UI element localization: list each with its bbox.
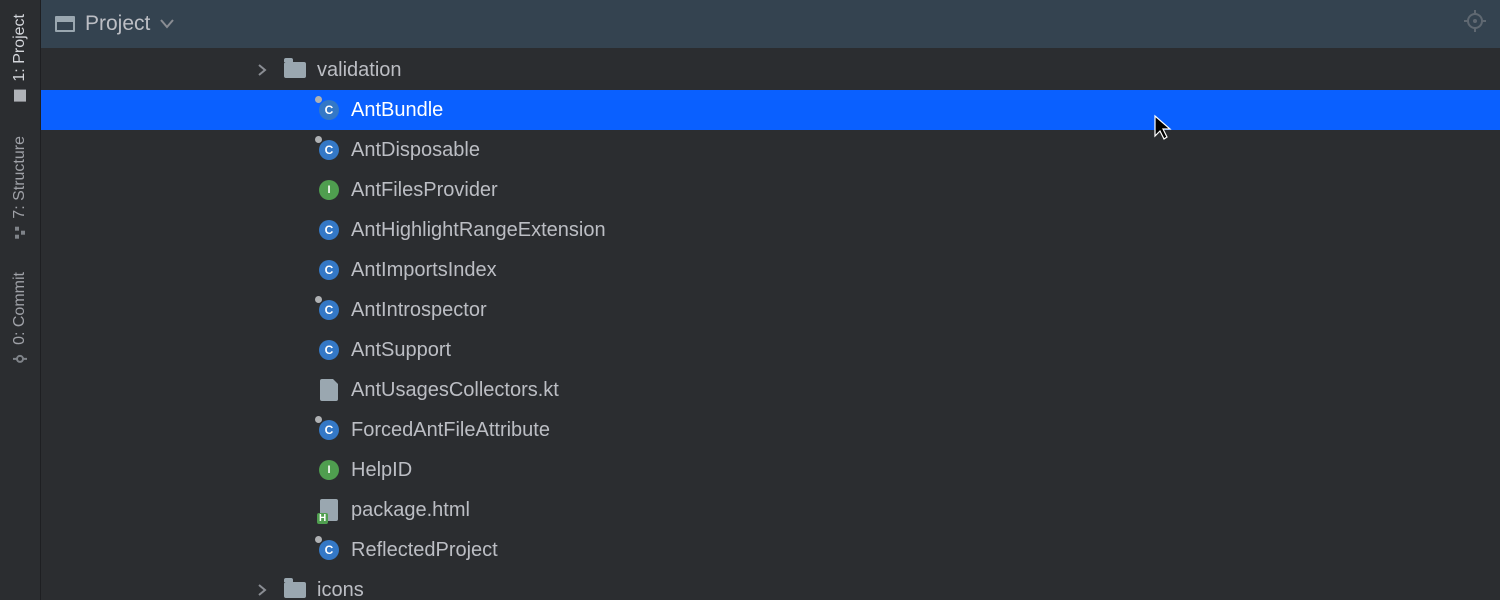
class-icon: C xyxy=(317,258,341,282)
tree-row-label: package.html xyxy=(351,499,470,522)
structure-icon xyxy=(12,224,28,240)
interface-icon: I xyxy=(317,178,341,202)
tree-row[interactable]: C AntBundle xyxy=(41,90,1500,130)
class-icon: C xyxy=(317,538,341,562)
class-icon: C xyxy=(317,98,341,122)
folder-icon xyxy=(283,578,307,600)
class-icon: C xyxy=(317,418,341,442)
tree-row-label: ForcedAntFileAttribute xyxy=(351,419,550,442)
toolwindow-tab-label: 0: Commit xyxy=(11,272,29,345)
html-icon xyxy=(317,498,341,522)
tree-row[interactable]: C AntSupport xyxy=(41,330,1500,370)
tree-row[interactable]: I HelpID xyxy=(41,450,1500,490)
tree-row[interactable]: C ReflectedProject xyxy=(41,530,1500,570)
class-icon: C xyxy=(317,138,341,162)
project-tree[interactable]: validation C AntBundle C AntDisposable I AntFi… xyxy=(41,48,1500,600)
locate-target-icon[interactable] xyxy=(1464,10,1486,38)
chevron-right-icon[interactable] xyxy=(251,63,273,77)
toolwindow-tab-structure[interactable]: 7: Structure xyxy=(11,128,29,249)
project-view-icon xyxy=(12,88,28,104)
tree-row[interactable]: C AntHighlightRangeExtension xyxy=(41,210,1500,250)
interface-icon: I xyxy=(317,458,341,482)
project-view-title[interactable]: Project xyxy=(85,12,150,36)
tree-row[interactable]: AntUsagesCollectors.kt xyxy=(41,370,1500,410)
tree-row-label: AntUsagesCollectors.kt xyxy=(351,379,559,402)
class-icon: C xyxy=(317,298,341,322)
project-panel: Project validation C AntBundle C AntDisposab… xyxy=(41,0,1500,600)
project-view-icon xyxy=(55,16,75,32)
toolwindow-tab-label: 7: Structure xyxy=(11,136,29,219)
left-tool-strip: 1: Project 7: Structure 0: Commit xyxy=(0,0,41,600)
tree-row-label: AntDisposable xyxy=(351,139,480,162)
tree-row-label: AntHighlightRangeExtension xyxy=(351,219,606,242)
tree-row[interactable]: I AntFilesProvider xyxy=(41,170,1500,210)
ide-root: 1: Project 7: Structure 0: Commit Projec… xyxy=(0,0,1500,600)
tree-row-label: icons xyxy=(317,579,364,600)
tree-row[interactable]: icons xyxy=(41,570,1500,600)
tree-row[interactable]: C AntIntrospector xyxy=(41,290,1500,330)
tree-row[interactable]: C ForcedAntFileAttribute xyxy=(41,410,1500,450)
tree-row-label: AntImportsIndex xyxy=(351,259,497,282)
chevron-down-icon[interactable] xyxy=(160,19,174,29)
tree-row-label: AntIntrospector xyxy=(351,299,487,322)
class-icon: C xyxy=(317,218,341,242)
tree-row[interactable]: C AntDisposable xyxy=(41,130,1500,170)
class-icon: C xyxy=(317,338,341,362)
chevron-right-icon[interactable] xyxy=(251,583,273,597)
project-panel-header: Project xyxy=(41,0,1500,48)
tree-row-label: AntBundle xyxy=(351,99,443,122)
toolwindow-tab-commit[interactable]: 0: Commit xyxy=(11,264,29,375)
tree-row[interactable]: validation xyxy=(41,50,1500,90)
commit-icon xyxy=(12,351,28,367)
tree-row-label: validation xyxy=(317,59,402,82)
tree-row-label: AntFilesProvider xyxy=(351,179,498,202)
tree-row-label: HelpID xyxy=(351,459,412,482)
tree-row[interactable]: package.html xyxy=(41,490,1500,530)
kt-icon xyxy=(317,378,341,402)
tree-row-label: ReflectedProject xyxy=(351,539,498,562)
tree-row[interactable]: C AntImportsIndex xyxy=(41,250,1500,290)
toolwindow-tab-label: 1: Project xyxy=(11,14,29,82)
folder-icon xyxy=(283,58,307,82)
toolwindow-tab-project[interactable]: 1: Project xyxy=(11,6,29,112)
tree-row-label: AntSupport xyxy=(351,339,451,362)
